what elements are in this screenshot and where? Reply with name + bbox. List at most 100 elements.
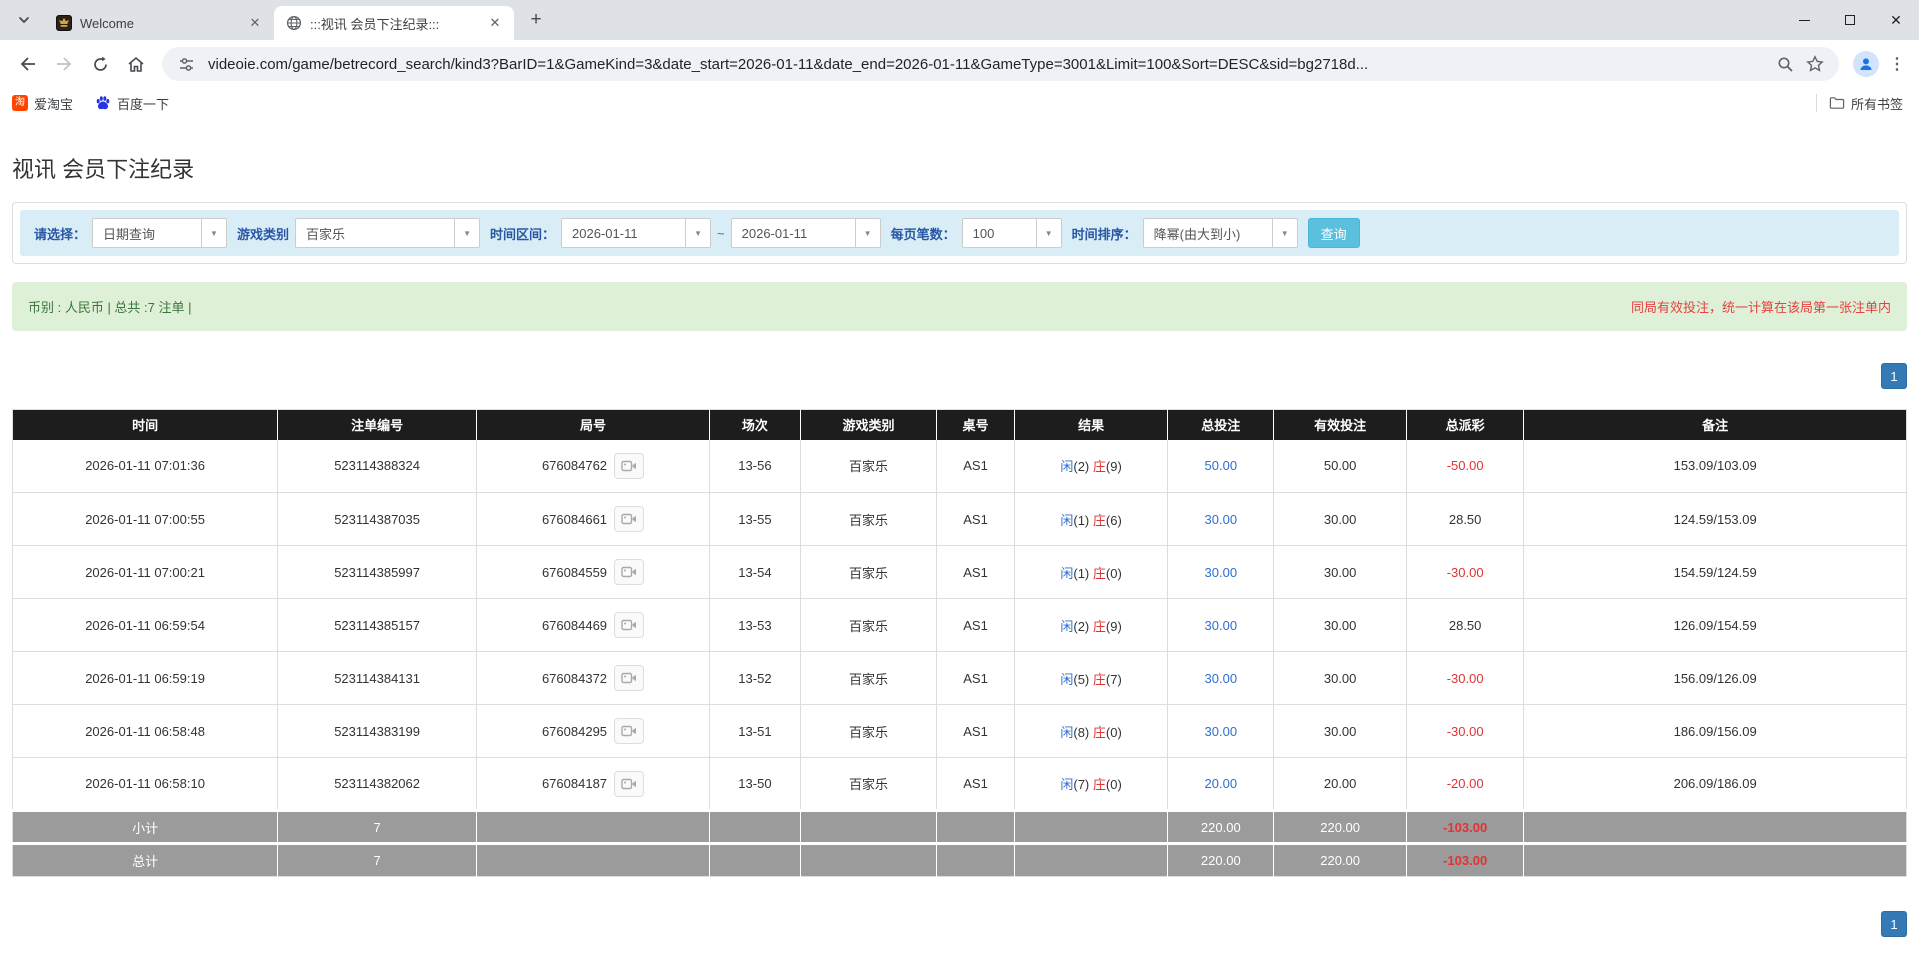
bookmark-star-icon[interactable] xyxy=(1803,52,1827,76)
tab-search-button[interactable] xyxy=(10,6,38,34)
tab-close-icon[interactable]: ✕ xyxy=(486,14,504,32)
date-end-value: 2026-01-11 xyxy=(741,225,808,241)
cell-round-number: 676084559 xyxy=(476,545,710,599)
result-banker-score: (0) xyxy=(1105,777,1122,792)
page-1-button[interactable]: 1 xyxy=(1881,911,1907,937)
video-replay-button[interactable] xyxy=(614,506,645,532)
column-header: 桌号 xyxy=(936,409,1015,440)
dropdown-arrow-icon: ▼ xyxy=(201,219,226,247)
reload-button[interactable] xyxy=(85,49,115,79)
cell-payout: 28.50 xyxy=(1405,492,1524,546)
url-text[interactable]: videoie.com/game/betrecord_search/kind3?… xyxy=(208,56,1767,73)
all-bookmarks-button[interactable]: 所有书签 xyxy=(1829,94,1903,113)
forward-button[interactable] xyxy=(49,49,79,79)
cell-note: 154.59/124.59 xyxy=(1523,545,1907,599)
footer-count: 7 xyxy=(277,842,477,877)
page-title: 视讯 会员下注纪录 xyxy=(12,157,195,182)
pagination-bottom: 1 xyxy=(12,911,1907,937)
tab-welcome[interactable]: Welcome ✕ xyxy=(44,6,274,40)
date-range-label: 时间区间： xyxy=(490,226,556,242)
dropdown-arrow-icon: ▼ xyxy=(454,219,479,247)
bookmark-baidu[interactable]: 百度一下 xyxy=(95,94,169,113)
per-page-select[interactable]: 100 ▼ xyxy=(961,218,1062,248)
round-number-group: 676084295 xyxy=(542,718,645,744)
cell-game-kind: 百家乐 xyxy=(799,545,937,599)
cell-valid-bet: 30.00 xyxy=(1273,492,1407,546)
cell-total-bet[interactable]: 30.00 xyxy=(1167,651,1274,705)
video-replay-button[interactable] xyxy=(614,612,645,638)
column-header: 场次 xyxy=(708,409,801,440)
result-player: 闲 xyxy=(1060,777,1074,792)
bookmark-label: 百度一下 xyxy=(117,96,170,112)
close-button[interactable]: ✕ xyxy=(1873,0,1919,40)
date-end-select[interactable]: 2026-01-11 ▼ xyxy=(730,218,881,248)
back-button[interactable] xyxy=(13,49,43,79)
column-header: 总投注 xyxy=(1167,409,1274,440)
notice-text: 同局有效投注，统一计算在该局第一张注单内 xyxy=(1630,300,1891,315)
address-bar[interactable]: videoie.com/game/betrecord_search/kind3?… xyxy=(162,47,1839,81)
round-number: 676084372 xyxy=(541,670,608,686)
cell-total-bet[interactable]: 50.00 xyxy=(1167,439,1274,493)
game-kind-label: 游戏类别 xyxy=(237,226,290,242)
footer-empty-cell xyxy=(476,842,710,877)
tab-betrecord[interactable]: :::视讯 会员下注纪录::: ✕ xyxy=(274,6,514,40)
video-icon xyxy=(621,672,637,684)
cell-note: 126.09/154.59 xyxy=(1523,598,1907,652)
search-button[interactable]: 查询 xyxy=(1307,218,1360,248)
footer-valid-bet: 220.00 xyxy=(1273,842,1407,877)
video-icon xyxy=(621,460,637,471)
cell-payout: -50.00 xyxy=(1405,439,1524,493)
cell-session: 13-50 xyxy=(708,757,801,811)
query-type-select[interactable]: 日期查询 ▼ xyxy=(92,218,228,248)
new-tab-button[interactable]: + xyxy=(522,6,550,34)
cell-total-bet[interactable]: 20.00 xyxy=(1167,757,1274,811)
home-button[interactable] xyxy=(121,49,151,79)
menu-kebab-icon[interactable]: ⋮ xyxy=(1885,52,1909,76)
result-banker: 庄 xyxy=(1092,618,1106,634)
video-replay-button[interactable] xyxy=(614,770,645,797)
folder-icon xyxy=(1829,95,1845,111)
footer-payout: -103.00 xyxy=(1405,809,1524,844)
sort-select[interactable]: 降幂(由大到小) ▼ xyxy=(1142,218,1298,248)
video-replay-button[interactable] xyxy=(614,665,645,691)
page-1-button[interactable]: 1 xyxy=(1881,363,1907,389)
date-start-select[interactable]: 2026-01-11 ▼ xyxy=(561,218,712,248)
column-header: 总派彩 xyxy=(1405,409,1524,440)
round-number: 676084187 xyxy=(541,776,608,791)
site-settings-icon[interactable] xyxy=(174,52,198,76)
footer-empty-cell xyxy=(799,842,937,877)
column-header: 时间 xyxy=(12,409,278,440)
cell-total-bet[interactable]: 30.00 xyxy=(1167,545,1274,599)
video-replay-button[interactable] xyxy=(614,452,645,479)
profile-avatar[interactable] xyxy=(1853,51,1879,77)
cell-result: 闲(2) 庄(9) xyxy=(1013,439,1168,493)
game-kind-select[interactable]: 百家乐 ▼ xyxy=(295,218,481,248)
round-number-group: 676084187 xyxy=(541,770,645,797)
filter-bar: 请选择： 日期查询 ▼ 游戏类别 百家乐 ▼ 时间区间： 2026-01-11 … xyxy=(20,210,1899,256)
round-number-group: 676084559 xyxy=(542,559,645,585)
cell-total-bet[interactable]: 30.00 xyxy=(1167,598,1274,652)
dropdown-arrow-icon: ▼ xyxy=(1035,219,1061,247)
bookmark-aitaobao[interactable]: 淘 爱淘宝 xyxy=(12,94,73,113)
cell-total-bet[interactable]: 30.00 xyxy=(1167,492,1274,546)
cell-valid-bet: 30.00 xyxy=(1273,598,1407,652)
cell-total-bet[interactable]: 30.00 xyxy=(1167,704,1274,758)
video-replay-button[interactable] xyxy=(614,559,645,585)
video-replay-button[interactable] xyxy=(614,718,645,744)
tab-close-icon[interactable]: ✕ xyxy=(246,14,264,32)
result-player: 闲 xyxy=(1060,459,1074,475)
result-player: 闲 xyxy=(1060,671,1074,687)
browser-toolbar: videoie.com/game/betrecord_search/kind3?… xyxy=(0,40,1919,88)
cell-valid-bet: 30.00 xyxy=(1273,704,1407,758)
maximize-button[interactable] xyxy=(1827,0,1873,40)
video-icon xyxy=(621,778,637,789)
cell-session: 13-55 xyxy=(708,492,801,546)
zoom-icon[interactable] xyxy=(1773,52,1797,76)
minimize-button[interactable] xyxy=(1781,0,1827,40)
footer-payout: -103.00 xyxy=(1405,842,1524,877)
date-start-value: 2026-01-11 xyxy=(572,225,638,241)
round-number-group: 676084372 xyxy=(541,665,645,691)
summary-bar: 币别 : 人民币 | 总共 :7 注单 | 同局有效投注，统一计算在该局第一张注… xyxy=(12,282,1907,331)
table-footer: 小计 7 220.00 220.00 -103.00 总计 7 220.00 220.00 -10… xyxy=(12,809,1907,877)
cell-note: 124.59/153.09 xyxy=(1523,492,1907,546)
